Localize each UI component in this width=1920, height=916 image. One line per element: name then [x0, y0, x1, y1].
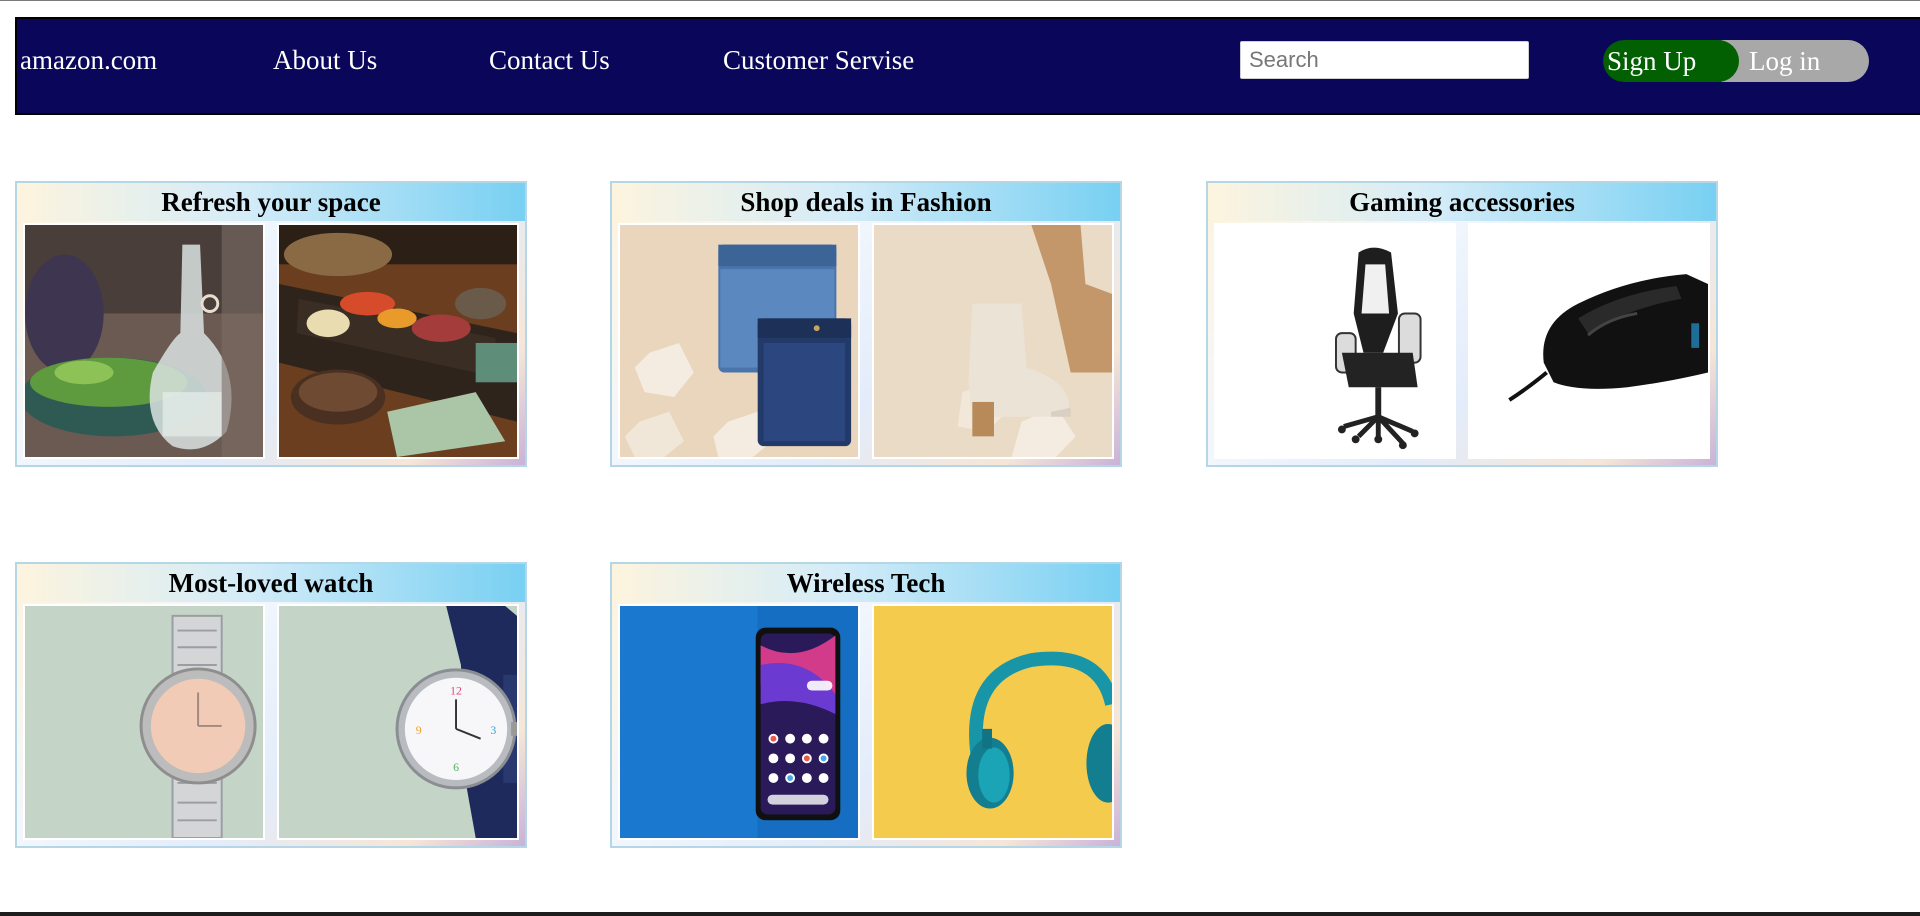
navy-strap-watch-photo[interactable]: 12 3 6 9: [277, 604, 519, 840]
top-navbar: amazon.com About Us Contact Us Customer …: [15, 17, 1920, 115]
category-card-shop-deals-in-fashion[interactable]: Shop deals in Fashion: [610, 181, 1122, 467]
nav-link-contact-us[interactable]: Contact Us: [489, 43, 610, 77]
carafe-salad-photo[interactable]: [23, 223, 265, 459]
svg-text:12: 12: [450, 683, 462, 697]
folded-jeans-photo[interactable]: [618, 223, 860, 459]
headphones-photo[interactable]: [872, 604, 1114, 840]
svg-text:3: 3: [490, 723, 496, 737]
svg-text:9: 9: [416, 723, 422, 737]
category-card-most-loved-watch[interactable]: Most-loved watch 12 3 6 9: [15, 562, 527, 848]
category-card-gaming-accessories[interactable]: Gaming accessories: [1206, 181, 1718, 467]
card-title: Wireless Tech: [612, 564, 1120, 602]
search-input[interactable]: [1240, 41, 1529, 79]
page: amazon.com About Us Contact Us Customer …: [0, 0, 1920, 916]
card-title: Most-loved watch: [17, 564, 525, 602]
nav-link-customer-service[interactable]: Customer Servise: [723, 43, 914, 77]
category-card-refresh-your-space[interactable]: Refresh your space: [15, 181, 527, 467]
nav-link-about-us[interactable]: About Us: [273, 43, 377, 77]
card-title: Shop deals in Fashion: [612, 183, 1120, 221]
brand-logo-link[interactable]: amazon.com: [20, 43, 157, 77]
smartphone-photo[interactable]: [618, 604, 860, 840]
log-in-button[interactable]: Log in: [1721, 40, 1869, 82]
category-card-wireless-tech[interactable]: Wireless Tech: [610, 562, 1122, 848]
card-title: Gaming accessories: [1208, 183, 1716, 221]
gaming-mouse-photo[interactable]: [1468, 223, 1710, 459]
ankle-boots-photo[interactable]: [872, 223, 1114, 459]
sign-up-button[interactable]: Sign Up: [1603, 40, 1739, 82]
auth-button-group: Sign Up Log in: [1603, 40, 1869, 82]
gaming-chair-photo[interactable]: [1214, 223, 1456, 459]
charcuterie-board-photo[interactable]: [277, 223, 519, 459]
card-title: Refresh your space: [17, 183, 525, 221]
svg-text:6: 6: [453, 760, 459, 774]
silver-watch-photo[interactable]: [23, 604, 265, 840]
